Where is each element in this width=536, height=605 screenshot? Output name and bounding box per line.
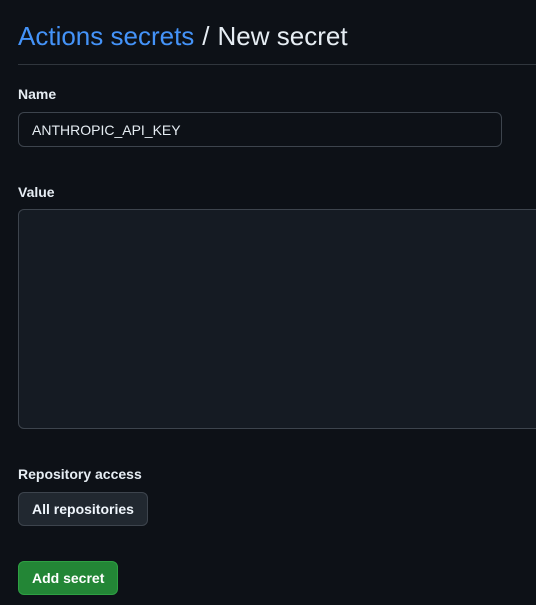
add-secret-button[interactable]: Add secret: [18, 561, 119, 595]
value-textarea[interactable]: [18, 209, 536, 429]
breadcrumb-separator: /: [202, 20, 210, 51]
page-title: Actions secrets / New secret: [18, 16, 348, 56]
actions-secrets-link[interactable]: Actions secrets: [18, 21, 194, 52]
current-page-title: New secret: [217, 20, 348, 51]
name-input[interactable]: [18, 112, 502, 147]
header-divider: [18, 64, 536, 65]
name-label: Name: [18, 86, 57, 102]
new-secret-page: Actions secrets / New secret Name Value …: [0, 0, 536, 605]
value-label: Value: [18, 184, 55, 200]
repository-access-button[interactable]: All repositories: [18, 492, 148, 526]
repository-access-label: Repository access: [18, 466, 142, 482]
